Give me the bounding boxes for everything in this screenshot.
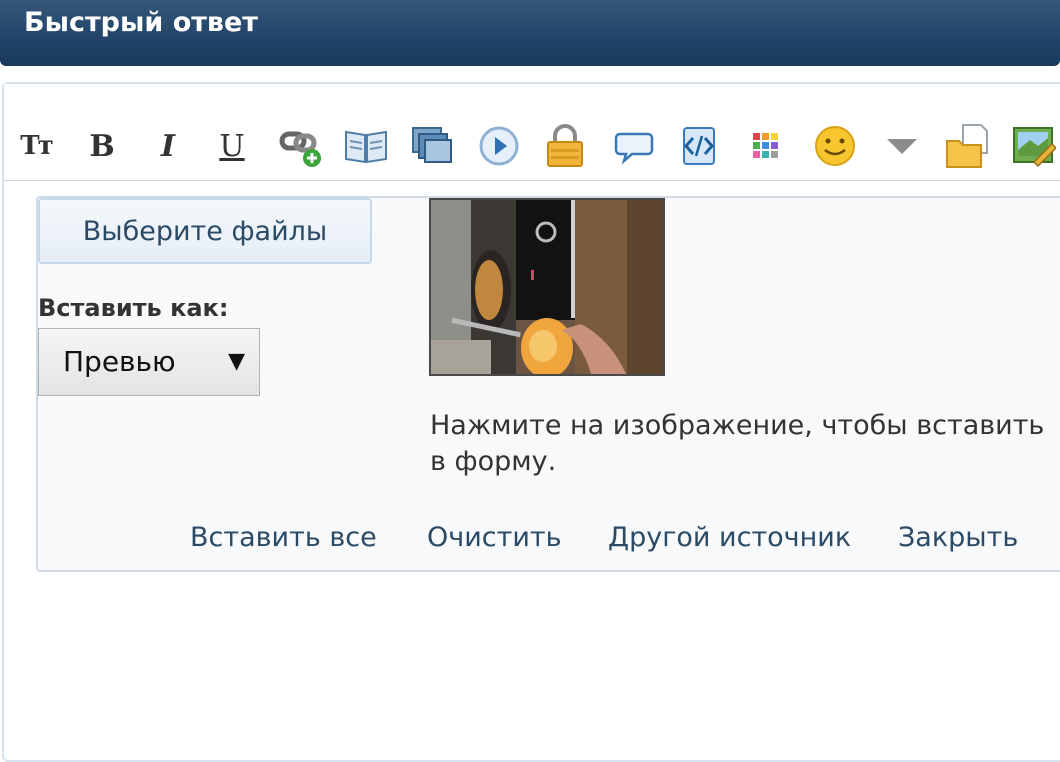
folder-document-icon <box>946 124 988 168</box>
more-dropdown-button[interactable] <box>880 122 924 170</box>
gallery-button[interactable] <box>408 122 456 170</box>
smiley-button[interactable] <box>812 122 858 170</box>
image-edit-button[interactable] <box>1010 122 1058 170</box>
chevron-down-icon: ▼ <box>228 349 245 374</box>
gallery-icon <box>412 127 452 163</box>
insert-link-icon <box>279 131 321 167</box>
media-button[interactable] <box>476 122 522 170</box>
insert-as-label: Вставить как: <box>38 294 229 322</box>
close-link[interactable]: Закрыть <box>898 522 1018 553</box>
other-source-link[interactable]: Другой источник <box>608 522 851 553</box>
lock-icon <box>547 124 583 167</box>
insert-all-link[interactable]: Вставить все <box>190 522 377 553</box>
attach-button[interactable] <box>944 122 990 170</box>
bold-icon: B <box>89 128 115 164</box>
dropdown-arrow-icon <box>887 139 917 154</box>
uploaded-image-thumbnail[interactable] <box>429 198 665 376</box>
code-icon <box>683 127 715 165</box>
photo-thumbnail-icon <box>431 200 663 374</box>
book-icon <box>345 130 387 164</box>
book-button[interactable] <box>342 122 390 170</box>
bold-button[interactable]: B <box>84 122 120 170</box>
color-button[interactable] <box>746 122 786 170</box>
image-edit-icon <box>1013 127 1056 168</box>
clear-link[interactable]: Очистить <box>427 522 562 553</box>
lock-button[interactable] <box>542 122 588 170</box>
font-size-button[interactable]: Tт <box>16 122 56 170</box>
insert-as-select[interactable]: Превью ▼ <box>38 328 260 396</box>
font-size-icon: Tт <box>20 131 53 161</box>
smiley-icon <box>815 126 855 166</box>
toolbar-divider <box>4 180 1060 181</box>
insert-as-value: Превью <box>63 345 176 378</box>
quick-reply-header: Быстрый ответ <box>0 0 1060 66</box>
italic-icon: I <box>160 128 176 164</box>
choose-files-button[interactable]: Выберите файлы <box>38 198 372 264</box>
code-button[interactable] <box>676 122 722 170</box>
italic-button[interactable]: I <box>150 122 186 170</box>
speech-bubble-icon <box>614 132 654 165</box>
quote-button[interactable] <box>612 122 656 170</box>
underline-button[interactable]: U <box>214 122 250 170</box>
underline-icon: U <box>219 128 245 164</box>
page-title: Быстрый ответ <box>24 7 258 38</box>
media-play-icon <box>479 126 519 166</box>
insert-link-button[interactable] <box>278 122 324 170</box>
color-palette-icon <box>753 133 778 158</box>
insert-hint-text: Нажмите на изображение, чтобы вставить в… <box>430 410 1045 477</box>
